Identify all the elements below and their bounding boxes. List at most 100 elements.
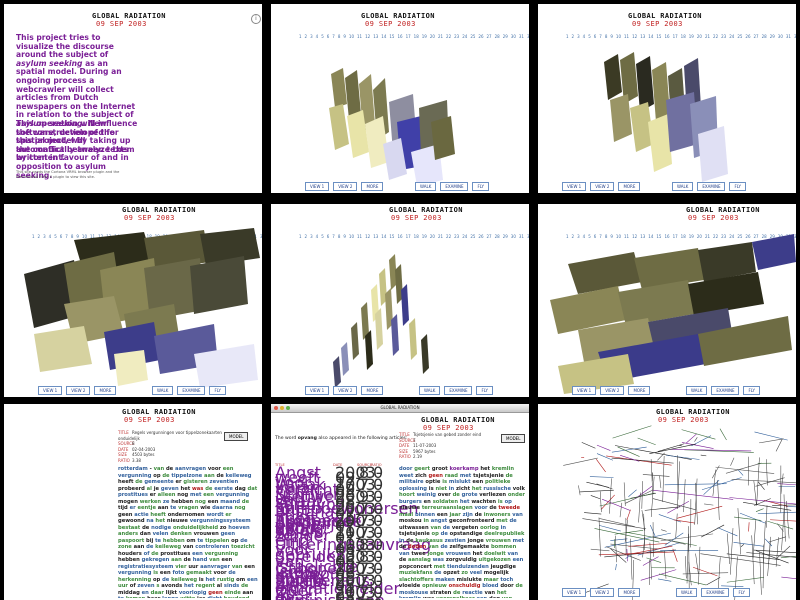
article-word[interactable]: met bbox=[496, 518, 509, 524]
article-word[interactable]: met bbox=[190, 492, 203, 498]
more-button[interactable]: MORE bbox=[628, 386, 651, 395]
article-word[interactable]: op bbox=[231, 538, 240, 544]
article-word[interactable]: is bbox=[199, 577, 206, 583]
article-word[interactable]: de bbox=[146, 544, 155, 550]
article-word[interactable]: popconcert bbox=[399, 564, 434, 570]
article-word[interactable]: het bbox=[155, 518, 167, 524]
article-word[interactable]: moskouse bbox=[399, 590, 430, 596]
article-word[interactable]: deelrepubliek bbox=[484, 531, 524, 537]
article-word[interactable]: voor bbox=[208, 466, 223, 472]
article-word[interactable]: tippelzone bbox=[171, 473, 204, 479]
article-word[interactable]: ondernomen bbox=[168, 512, 207, 518]
article-word[interactable]: twee bbox=[411, 551, 427, 557]
article-word[interactable]: vergunning bbox=[118, 570, 153, 576]
article-word[interactable]: vrouwen bbox=[446, 551, 473, 557]
article-word[interactable]: van bbox=[154, 466, 166, 472]
article-word[interactable]: ze bbox=[163, 499, 171, 505]
article-word[interactable]: de bbox=[242, 499, 249, 505]
model-button[interactable]: MODEL bbox=[224, 432, 249, 441]
article-word[interactable]: nieuwe bbox=[167, 518, 190, 524]
article-word[interactable]: jaar bbox=[449, 512, 462, 518]
examine-button[interactable]: EXAMINE bbox=[440, 182, 469, 191]
article-word[interactable]: was bbox=[423, 596, 436, 598]
article-word[interactable]: met bbox=[513, 538, 524, 544]
article-word[interactable]: vergunning bbox=[118, 473, 153, 479]
vrml-scene[interactable] bbox=[4, 204, 262, 397]
article-word[interactable]: al bbox=[147, 486, 154, 492]
article-word[interactable]: moskou bbox=[399, 518, 423, 524]
vrml-scene[interactable] bbox=[538, 4, 796, 193]
article-word[interactable]: zo bbox=[461, 570, 469, 576]
vrml-scene[interactable] bbox=[271, 4, 529, 193]
fly-button[interactable]: FLY bbox=[729, 182, 746, 191]
article-word[interactable]: gemeente bbox=[144, 479, 175, 485]
article-word[interactable]: toezicht bbox=[231, 544, 255, 550]
article-word[interactable]: aan bbox=[243, 590, 254, 596]
more-button[interactable]: MORE bbox=[361, 182, 384, 191]
article-word[interactable]: de bbox=[228, 570, 235, 576]
examine-button[interactable]: EXAMINE bbox=[697, 182, 726, 191]
article-word[interactable]: slachtoffers bbox=[399, 577, 435, 583]
article-word[interactable]: jonge bbox=[468, 538, 486, 544]
article-word[interactable]: om bbox=[236, 577, 247, 583]
article-word[interactable]: hand bbox=[193, 557, 209, 563]
article-word[interactable]: tippelen bbox=[205, 538, 231, 544]
article-word[interactable]: dag bbox=[235, 486, 248, 492]
article-word[interactable]: te bbox=[155, 538, 163, 544]
article-word[interactable]: uur bbox=[188, 564, 200, 570]
article-word[interactable]: tsjetsjenie bbox=[473, 473, 506, 479]
article-word[interactable]: rustig bbox=[217, 577, 236, 583]
info-icon[interactable]: i bbox=[251, 14, 261, 24]
article-word[interactable]: de bbox=[166, 466, 175, 472]
article-word[interactable]: de bbox=[399, 557, 408, 563]
article-word[interactable]: is bbox=[442, 479, 449, 485]
article-word[interactable]: zone bbox=[118, 544, 134, 550]
article-word[interactable]: uitgekozen bbox=[479, 557, 513, 563]
examine-button[interactable]: EXAMINE bbox=[701, 588, 730, 597]
article-word[interactable]: daarna bbox=[212, 505, 234, 511]
article-word[interactable]: een bbox=[513, 557, 524, 563]
article-word[interactable]: het bbox=[473, 551, 485, 557]
article-word[interactable]: is bbox=[153, 570, 160, 576]
article-word[interactable]: het bbox=[480, 466, 492, 472]
article-word[interactable]: onschuldig bbox=[449, 583, 483, 589]
article-word[interactable]: maar bbox=[484, 577, 501, 583]
article-word[interactable]: van bbox=[183, 544, 195, 550]
article-word[interactable]: actie bbox=[134, 512, 150, 518]
article-word[interactable]: vrouwen bbox=[194, 531, 221, 537]
article-word[interactable]: heeft bbox=[118, 479, 135, 485]
article-word[interactable]: was bbox=[192, 486, 205, 492]
article-word[interactable]: registratiesysteem bbox=[118, 564, 175, 570]
more-button[interactable]: MORE bbox=[94, 386, 117, 395]
article-word[interactable]: kremlin bbox=[399, 596, 423, 598]
article-word[interactable]: aan bbox=[204, 473, 217, 479]
article-word[interactable]: inwoners bbox=[484, 512, 513, 518]
article-word[interactable]: het bbox=[181, 486, 193, 492]
article-word[interactable]: volk bbox=[513, 486, 525, 492]
article-word[interactable]: hebben bbox=[171, 499, 195, 505]
article-word[interactable]: bestaat bbox=[118, 525, 142, 531]
view2-button[interactable]: VIEW 2 bbox=[333, 182, 358, 191]
article-word[interactable]: weinig bbox=[417, 492, 438, 498]
article-word[interactable]: een bbox=[476, 596, 489, 598]
fly-button[interactable]: FLY bbox=[476, 386, 493, 395]
article-word[interactable]: mislukt bbox=[449, 479, 472, 485]
article-word[interactable]: de bbox=[205, 486, 214, 492]
article-word[interactable]: mogen bbox=[118, 499, 140, 505]
article-word[interactable]: de bbox=[453, 590, 462, 596]
article-word[interactable]: lange bbox=[162, 596, 180, 598]
window-controls[interactable] bbox=[274, 406, 290, 410]
article-word[interactable]: al bbox=[217, 583, 224, 589]
examine-button[interactable]: EXAMINE bbox=[444, 386, 473, 395]
article-word[interactable]: een bbox=[244, 564, 255, 570]
article-word[interactable]: gewoond bbox=[118, 518, 146, 524]
article-word[interactable]: vier bbox=[175, 564, 188, 570]
article-word[interactable]: geen bbox=[208, 590, 224, 596]
article-word[interactable]: door bbox=[399, 466, 414, 472]
article-word[interactable]: nog bbox=[234, 505, 245, 511]
view1-button[interactable]: VIEW 1 bbox=[562, 588, 587, 597]
article-word[interactable]: geconfronteerd bbox=[449, 518, 496, 524]
article-word[interactable]: te bbox=[197, 538, 205, 544]
article-word[interactable]: door bbox=[500, 583, 515, 589]
article-word[interactable]: er bbox=[225, 512, 231, 518]
